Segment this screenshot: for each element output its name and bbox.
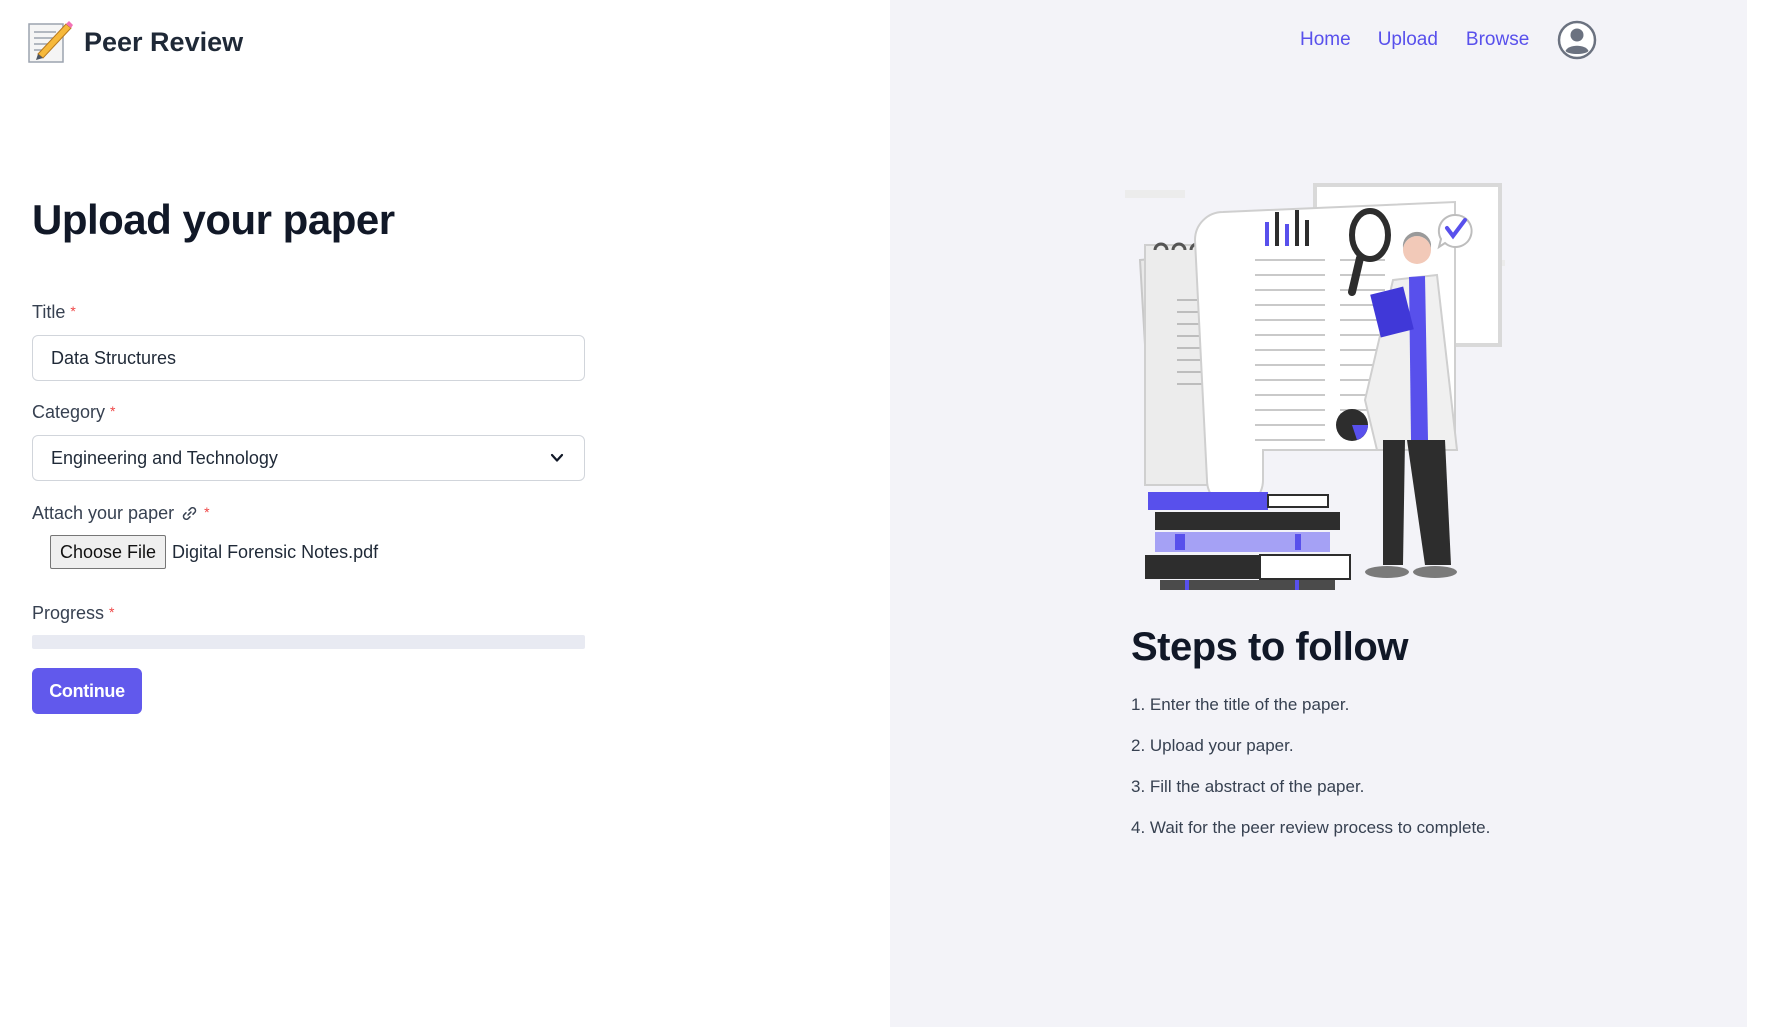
step-item: 3. Fill the abstract of the paper. xyxy=(1131,777,1365,796)
brand[interactable]: Peer Review xyxy=(26,18,243,66)
continue-button[interactable]: Continue xyxy=(32,668,142,714)
required-marker: * xyxy=(204,504,210,520)
category-select[interactable]: Engineering and Technology xyxy=(32,435,585,481)
required-marker: * xyxy=(110,403,116,419)
step-item: 4. Wait for the peer review process to c… xyxy=(1131,818,1491,837)
top-nav: Home Upload Browse xyxy=(1300,20,1597,60)
step-item: 2. Upload your paper. xyxy=(1131,736,1294,755)
user-avatar-icon[interactable] xyxy=(1557,20,1597,60)
attach-label-text: Attach your paper xyxy=(32,503,175,523)
nav-browse[interactable]: Browse xyxy=(1466,29,1529,51)
step-item: 1. Enter the title of the paper. xyxy=(1131,695,1350,714)
category-label-text: Category xyxy=(32,402,106,422)
link-icon xyxy=(182,506,197,521)
category-selected-value: Engineering and Technology xyxy=(51,447,278,468)
progress-label: Progress * xyxy=(32,603,114,624)
upload-progress-bar xyxy=(32,635,585,649)
page-edge xyxy=(1747,0,1782,1027)
required-marker: * xyxy=(109,604,115,620)
category-label: Category * xyxy=(32,402,116,423)
memo-pencil-icon xyxy=(28,21,73,63)
brand-name: Peer Review xyxy=(84,26,244,57)
title-input[interactable]: Data Structures xyxy=(32,335,585,381)
choose-file-button[interactable]: Choose File xyxy=(50,535,167,569)
title-label: Title * xyxy=(32,302,76,323)
researcher-illustration xyxy=(1125,183,1505,590)
steps-list: 1. Enter the title of the paper. 2. Uplo… xyxy=(1131,695,1490,859)
attach-label: Attach your paper * xyxy=(32,503,210,524)
nav-home[interactable]: Home xyxy=(1300,29,1351,51)
chevron-down-icon xyxy=(550,453,564,462)
nav-upload[interactable]: Upload xyxy=(1378,29,1438,51)
page-title: Upload your paper xyxy=(32,196,395,243)
title-label-text: Title xyxy=(32,302,66,322)
progress-label-text: Progress xyxy=(32,603,105,623)
required-marker: * xyxy=(70,303,76,319)
selected-file-name: Digital Forensic Notes.pdf xyxy=(172,541,379,562)
file-picker: Choose File Digital Forensic Notes.pdf xyxy=(50,535,378,569)
steps-title: Steps to follow xyxy=(1131,625,1408,669)
